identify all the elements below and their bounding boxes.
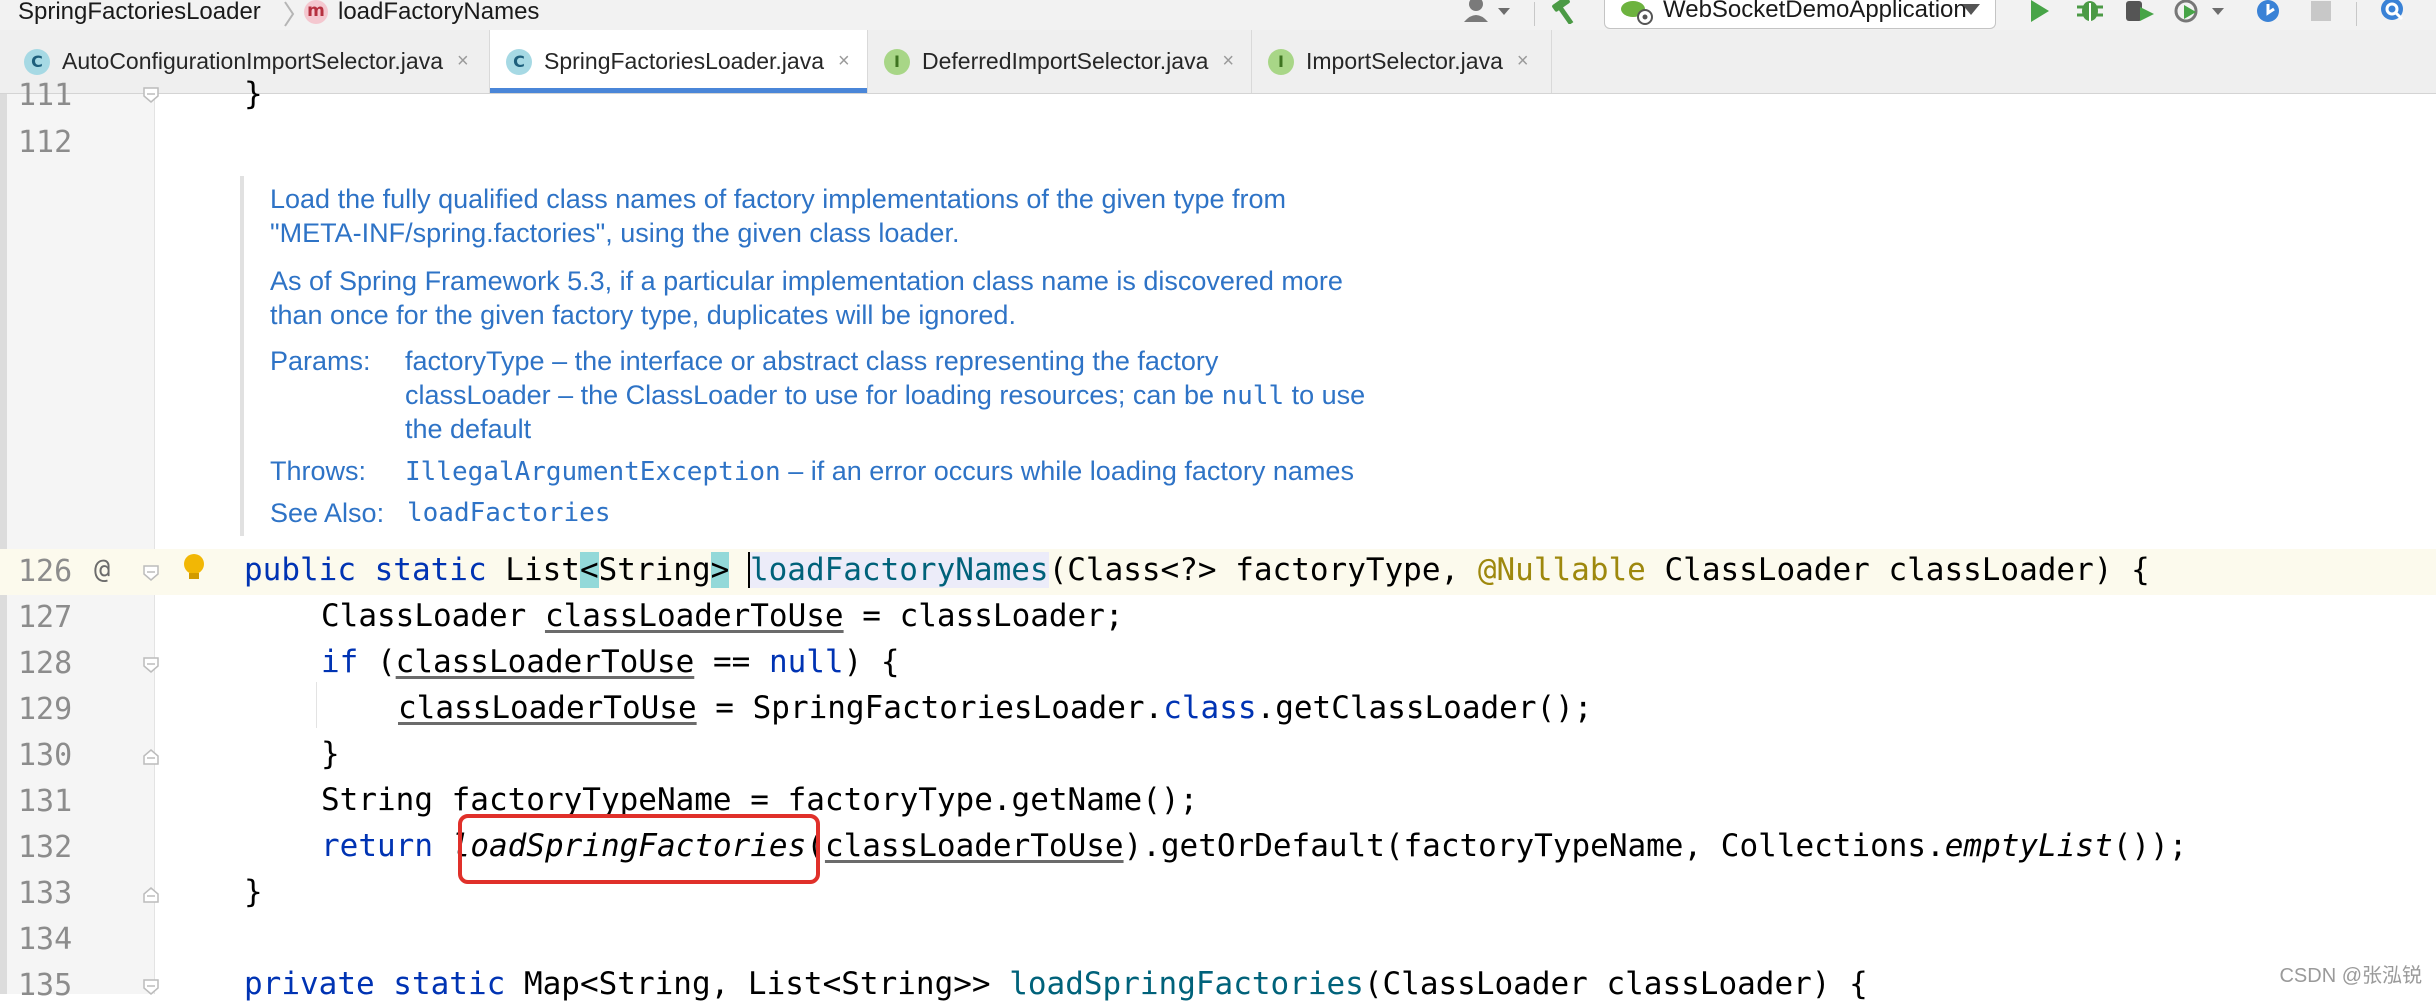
line-number: 112 [18, 125, 73, 160]
update-icon[interactable] [2252, 0, 2284, 24]
line-number: 129 [18, 692, 73, 727]
run-icon[interactable] [2024, 0, 2054, 24]
code-line-128[interactable]: if (classLoaderToUse == null) { [321, 644, 900, 680]
fold-end-marker-icon[interactable] [142, 886, 160, 904]
editor-tab-bar: C AutoConfigurationImportSelector.java ×… [0, 30, 2436, 94]
fold-end-marker-icon[interactable] [142, 748, 160, 766]
code-line-133[interactable]: } [244, 874, 263, 910]
line-number: 127 [18, 600, 73, 635]
fold-marker-icon[interactable] [142, 564, 160, 582]
tab-deferredimportselector[interactable]: I DeferredImportSelector.java × [868, 30, 1252, 93]
line-number: 128 [18, 646, 73, 681]
javadoc-throws-label: Throws: [270, 456, 367, 486]
javadoc-description-line: "META-INF/spring.factories", using the g… [270, 218, 960, 248]
method-name-loadFactoryNames[interactable]: loadFactoryNames [747, 552, 1049, 588]
tab-label: ImportSelector.java [1306, 48, 1503, 74]
javadoc-throws: IllegalArgumentException – if an error o… [405, 456, 1354, 487]
highlight-annotation-box [458, 814, 820, 884]
code-line-130[interactable]: } [321, 736, 340, 772]
javadoc-note-line: than once for the given factory type, du… [270, 300, 1016, 330]
interface-icon: I [884, 48, 910, 75]
profiler-icon[interactable] [2172, 0, 2232, 24]
code-line-129[interactable]: classLoaderToUse = SpringFactoriesLoader… [398, 690, 1593, 726]
javadoc-param: factoryType – the interface or abstract … [405, 346, 1219, 376]
javadoc-note-line: As of Spring Framework 5.3, if a particu… [270, 266, 1343, 296]
code-line-131[interactable]: String factoryTypeName = factoryType.get… [321, 782, 1198, 818]
method-icon: m [304, 0, 328, 24]
tab-label: SpringFactoriesLoader.java [544, 48, 824, 74]
javadoc-param: classLoader – the ClassLoader to use for… [405, 380, 1366, 411]
class-icon: C [506, 48, 532, 75]
search-everywhere-icon[interactable] [2374, 0, 2414, 24]
line-number: 134 [18, 922, 73, 957]
active-tab-indicator [490, 88, 867, 93]
debug-icon[interactable] [2072, 0, 2108, 24]
chevron-down-icon [1962, 4, 1980, 15]
close-icon[interactable]: × [457, 50, 469, 73]
tab-label: AutoConfigurationImportSelector.java [62, 48, 443, 74]
run-configuration-label: WebSocketDemoApplication [1663, 0, 1967, 23]
watermark: CSDN @张泓锐 [2279, 965, 2422, 987]
lightbulb-icon[interactable] [182, 552, 210, 586]
breadcrumb-separator-icon [284, 1, 295, 27]
close-icon[interactable]: × [1517, 50, 1529, 73]
run-with-coverage-icon[interactable] [2122, 0, 2158, 24]
javadoc-see-also-link[interactable]: loadFactories [407, 498, 611, 528]
breadcrumb-method[interactable]: loadFactoryNames [338, 0, 539, 26]
line-number: 135 [18, 968, 73, 1003]
fold-marker-icon[interactable] [142, 978, 160, 996]
javadoc-params-label: Params: [270, 346, 371, 376]
code-line-126[interactable]: public static List<String> loadFactoryNa… [244, 552, 2150, 588]
toolbar-divider [1534, 2, 1535, 26]
javadoc-description-line: Load the fully qualified class names of … [270, 184, 1287, 214]
javadoc-bar [240, 176, 244, 536]
build-hammer-icon[interactable] [1544, 0, 1584, 24]
line-number: 132 [18, 830, 73, 865]
line-number: 133 [18, 876, 73, 911]
left-edge-bar [0, 94, 7, 994]
indent-guide [316, 682, 317, 728]
interface-icon: I [1268, 48, 1294, 75]
line-number: 131 [18, 784, 73, 819]
run-configuration-select[interactable]: WebSocketDemoApplication [1604, 0, 1996, 29]
stop-icon[interactable] [2306, 0, 2336, 24]
tab-importselector[interactable]: I ImportSelector.java × [1252, 30, 1552, 93]
line-number: 111 [18, 78, 73, 113]
line-number: 126 [18, 554, 73, 589]
fold-marker-icon[interactable] [142, 86, 160, 104]
code-line-135[interactable]: private static Map<String, List<String>>… [244, 966, 1868, 1002]
spring-boot-icon [1621, 1, 1653, 25]
javadoc-see-also-label: See Also: [270, 498, 385, 528]
close-icon[interactable]: × [1222, 50, 1234, 73]
user-icon[interactable] [1462, 0, 1518, 24]
tab-label: DeferredImportSelector.java [922, 48, 1209, 74]
navigation-bar: SpringFactoriesLoader m loadFactoryNames… [0, 0, 2436, 30]
line-number: 130 [18, 738, 73, 773]
code-line-127[interactable]: ClassLoader classLoaderToUse = classLoad… [321, 598, 1124, 634]
overrides-at-marker[interactable]: @ [94, 554, 110, 585]
close-icon[interactable]: × [838, 50, 850, 73]
code-line-111[interactable]: } [244, 76, 263, 112]
tab-springfactoriesloader[interactable]: C SpringFactoriesLoader.java × [490, 30, 868, 93]
fold-marker-icon[interactable] [142, 656, 160, 674]
breadcrumb-class[interactable]: SpringFactoriesLoader [18, 0, 261, 26]
javadoc-param-continuation: the default [405, 414, 532, 444]
toolbar-divider [2356, 2, 2357, 26]
class-icon: C [24, 48, 50, 75]
